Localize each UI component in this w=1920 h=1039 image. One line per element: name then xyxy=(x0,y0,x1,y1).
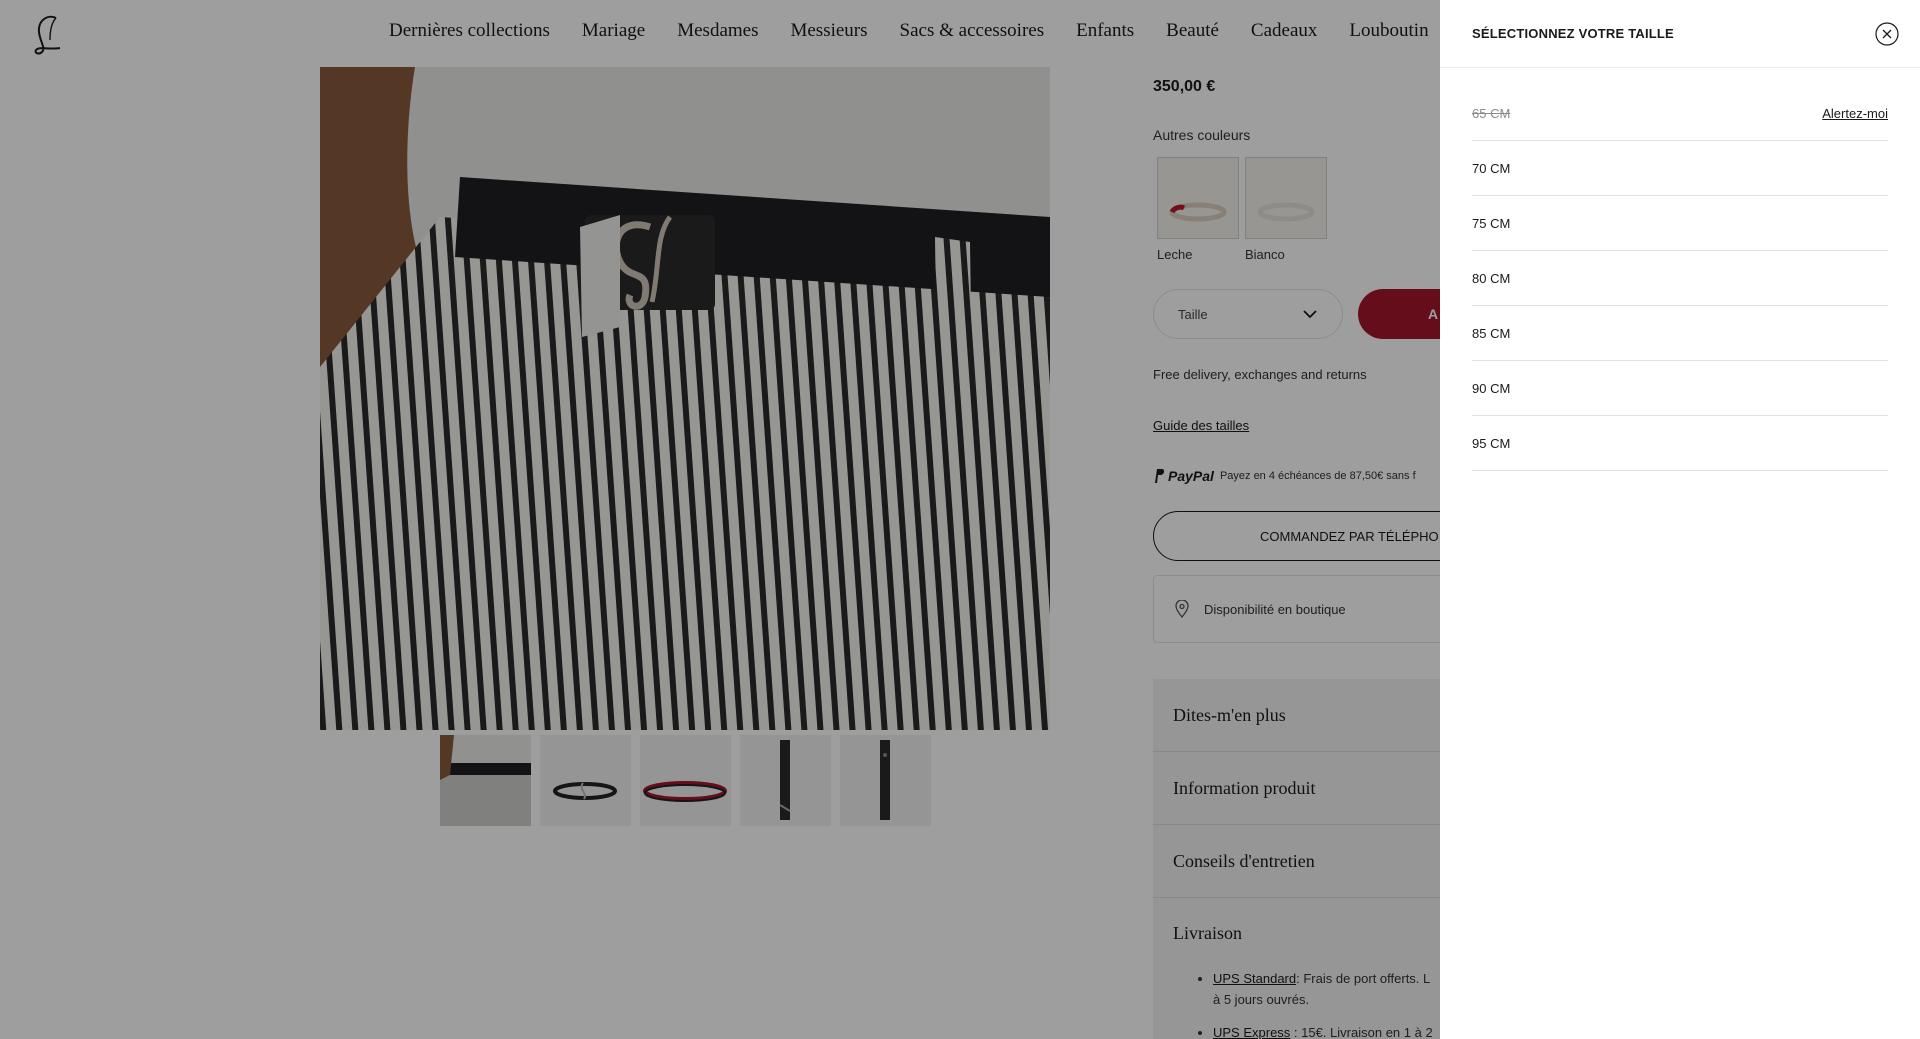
close-icon[interactable] xyxy=(1875,22,1899,46)
size-drawer: SÉLECTIONNEZ VOTRE TAILLE 65 CM Alertez-… xyxy=(1440,0,1920,1039)
size-label: 85 CM xyxy=(1472,325,1511,341)
size-option-80[interactable]: 80 CM xyxy=(1472,251,1888,306)
size-option-75[interactable]: 75 CM xyxy=(1472,196,1888,251)
size-label: 65 CM xyxy=(1472,105,1511,121)
size-option-65[interactable]: 65 CM Alertez-moi xyxy=(1472,86,1888,141)
size-label: 80 CM xyxy=(1472,270,1511,286)
size-option-95[interactable]: 95 CM xyxy=(1472,416,1888,471)
size-label: 90 CM xyxy=(1472,380,1511,396)
size-drawer-title: SÉLECTIONNEZ VOTRE TAILLE xyxy=(1472,26,1674,41)
size-option-85[interactable]: 85 CM xyxy=(1472,306,1888,361)
size-option-70[interactable]: 70 CM xyxy=(1472,141,1888,196)
size-label: 95 CM xyxy=(1472,435,1511,451)
size-drawer-header: SÉLECTIONNEZ VOTRE TAILLE xyxy=(1440,0,1920,68)
size-label: 70 CM xyxy=(1472,160,1511,176)
size-label: 75 CM xyxy=(1472,215,1511,231)
size-option-90[interactable]: 90 CM xyxy=(1472,361,1888,416)
size-list: 65 CM Alertez-moi 70 CM 75 CM 80 CM 85 C… xyxy=(1472,68,1888,471)
notify-me-link[interactable]: Alertez-moi xyxy=(1822,106,1888,121)
